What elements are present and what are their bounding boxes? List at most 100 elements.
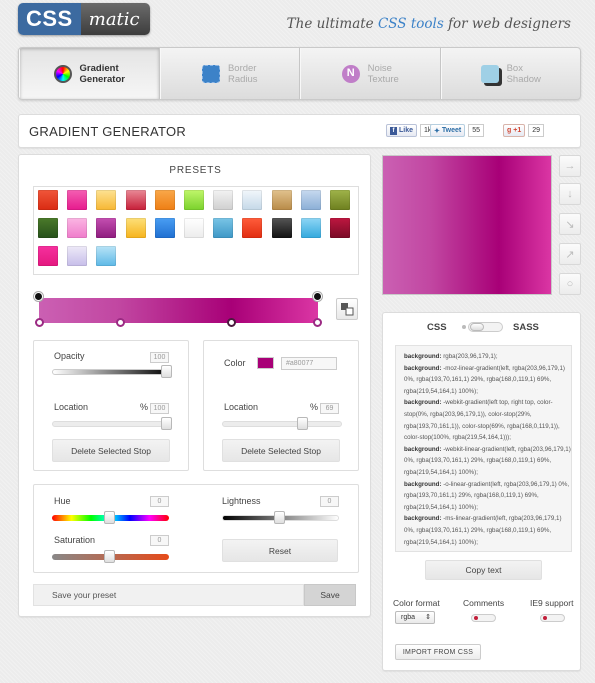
opacity-stop-end[interactable] — [313, 292, 322, 301]
comments-toggle[interactable] — [471, 614, 496, 622]
lightness-value[interactable]: 0 — [320, 496, 339, 507]
tab-label: Box Shadow — [506, 62, 541, 85]
saturation-slider-thumb[interactable] — [104, 550, 115, 563]
preset-swatch[interactable] — [154, 218, 175, 238]
color-stop-0[interactable] — [35, 318, 44, 327]
location-slider-track[interactable] — [52, 421, 172, 427]
lightness-slider-thumb[interactable] — [274, 511, 285, 524]
opacity-value[interactable]: 100 — [150, 352, 169, 363]
preset-swatch[interactable] — [96, 218, 117, 238]
preset-swatch[interactable] — [300, 218, 321, 238]
preset-swatch[interactable] — [154, 190, 175, 210]
preset-swatch[interactable] — [38, 246, 58, 266]
page-title: GRADIENT GENERATOR — [29, 124, 187, 139]
tab-noise-texture[interactable]: N Noise Texture — [300, 48, 441, 99]
hue-slider-thumb[interactable] — [104, 511, 115, 524]
logo[interactable]: CSS matic — [18, 3, 150, 35]
location-slider-thumb[interactable] — [297, 417, 309, 430]
presets-title: PRESETS — [169, 165, 222, 176]
preset-swatch[interactable] — [184, 190, 204, 210]
code-line: background: -moz-linear-gradient(left, r… — [404, 364, 565, 395]
opacity-label: Opacity — [54, 351, 85, 361]
tab-label: Noise Texture — [367, 62, 399, 85]
import-from-css-button[interactable]: IMPORT FROM CSS — [395, 644, 481, 660]
gradient-stops-bar[interactable] — [34, 292, 322, 327]
arrow-diagonal-up-right-icon[interactable]: ↗ — [559, 243, 581, 265]
location-label: Location — [54, 402, 89, 412]
tab-gradient-generator[interactable]: Gradient Generator — [19, 48, 160, 99]
tweet-button[interactable]: ✦ Tweet — [430, 124, 466, 137]
sass-label: SASS — [513, 322, 539, 333]
css-label: CSS — [427, 322, 447, 333]
tweet-count: 55 — [468, 124, 484, 137]
tool-tabs: Gradient Generator Border Radius N Noise Te… — [18, 47, 581, 100]
reset-button[interactable]: Reset — [222, 539, 338, 562]
swap-direction-button[interactable] — [336, 298, 358, 320]
delete-stop-button[interactable]: Delete Selected Stop — [52, 439, 170, 462]
preset-swatch[interactable] — [184, 218, 204, 238]
preset-swatch[interactable] — [67, 218, 88, 238]
copy-text-button[interactable]: Copy text — [425, 560, 542, 580]
switch-knob[interactable] — [470, 323, 484, 331]
google-plus-icon: g — [507, 127, 512, 134]
google-plus-button[interactable]: g +1 — [503, 124, 526, 137]
preset-swatch[interactable] — [67, 246, 88, 266]
code-line: background: rgba(203,96,179,1); — [404, 353, 498, 360]
hue-value[interactable]: 0 — [150, 496, 169, 507]
preset-swatch[interactable] — [271, 190, 292, 210]
color-swatch[interactable] — [257, 357, 274, 369]
hsl-adjustments: Hue 0 Saturation 0 Lightness 0 Reset — [33, 484, 359, 573]
opacity-slider-thumb[interactable] — [161, 365, 172, 378]
save-preset-button[interactable]: Save — [304, 584, 356, 606]
preset-swatch[interactable] — [271, 218, 292, 238]
arrow-down-icon[interactable]: ↓ — [559, 183, 581, 205]
location-unit: % — [140, 402, 149, 412]
preset-swatch[interactable] — [330, 218, 350, 238]
opacity-stop-settings: Opacity 100 Location % 100 Delete Select… — [33, 340, 189, 471]
color-label: Color — [224, 358, 246, 368]
preset-swatch[interactable] — [213, 190, 234, 210]
opacity-slider-track[interactable] — [52, 369, 172, 375]
color-format-select[interactable]: rgba ⇕ — [395, 611, 435, 624]
preset-swatch[interactable] — [96, 246, 117, 266]
location-slider-thumb[interactable] — [161, 417, 172, 430]
arrow-right-icon[interactable]: → — [559, 155, 581, 177]
preset-swatch[interactable] — [67, 190, 88, 210]
box-shadow-icon — [480, 64, 499, 83]
location-value[interactable]: 69 — [320, 403, 339, 414]
location-value[interactable]: 100 — [150, 403, 169, 414]
preset-swatch[interactable] — [125, 190, 146, 210]
radial-circle-icon[interactable]: ○ — [559, 273, 581, 295]
preset-swatch[interactable] — [300, 190, 321, 210]
preset-swatch[interactable] — [38, 190, 58, 210]
arrow-diagonal-down-right-icon[interactable]: ↘ — [559, 213, 581, 235]
opacity-stop-start[interactable] — [34, 292, 43, 301]
color-stop-29[interactable] — [116, 318, 125, 327]
preset-swatch[interactable] — [38, 218, 58, 238]
facebook-like-button[interactable]: f Like — [386, 124, 418, 137]
tab-box-shadow[interactable]: Box Shadow — [440, 48, 581, 99]
preset-swatch[interactable] — [125, 218, 146, 238]
code-line: background: -webkit-linear-gradient(left… — [404, 445, 571, 476]
toggle-dot — [543, 616, 547, 620]
saturation-value[interactable]: 0 — [150, 535, 169, 546]
delete-stop-button[interactable]: Delete Selected Stop — [222, 439, 340, 462]
preset-swatch[interactable] — [242, 190, 263, 210]
tagline-highlight: CSS tools — [377, 16, 444, 32]
preset-grid — [33, 186, 359, 275]
color-stop-69[interactable] — [227, 318, 236, 327]
preset-swatch[interactable] — [213, 218, 234, 238]
preset-swatch[interactable] — [330, 190, 350, 210]
preset-swatch[interactable] — [96, 190, 117, 210]
css-code-output[interactable]: background: rgba(203,96,179,1); backgroun… — [395, 345, 572, 552]
tab-border-radius[interactable]: Border Radius — [159, 48, 300, 99]
color-stop-100[interactable] — [313, 318, 322, 327]
title-bar: GRADIENT GENERATOR f Like 1k ✦ Tweet 55 g +… — [18, 114, 581, 148]
preset-swatch[interactable] — [242, 218, 263, 238]
css-sass-switch[interactable] — [468, 322, 503, 332]
preset-name-input[interactable]: Save your preset — [33, 584, 304, 606]
code-line: background: -ms-linear-gradient(left, rg… — [404, 515, 562, 546]
location-slider-track[interactable] — [222, 421, 342, 427]
ie9-support-toggle[interactable] — [540, 614, 565, 622]
color-hex-field[interactable]: #a80077 — [281, 357, 337, 370]
